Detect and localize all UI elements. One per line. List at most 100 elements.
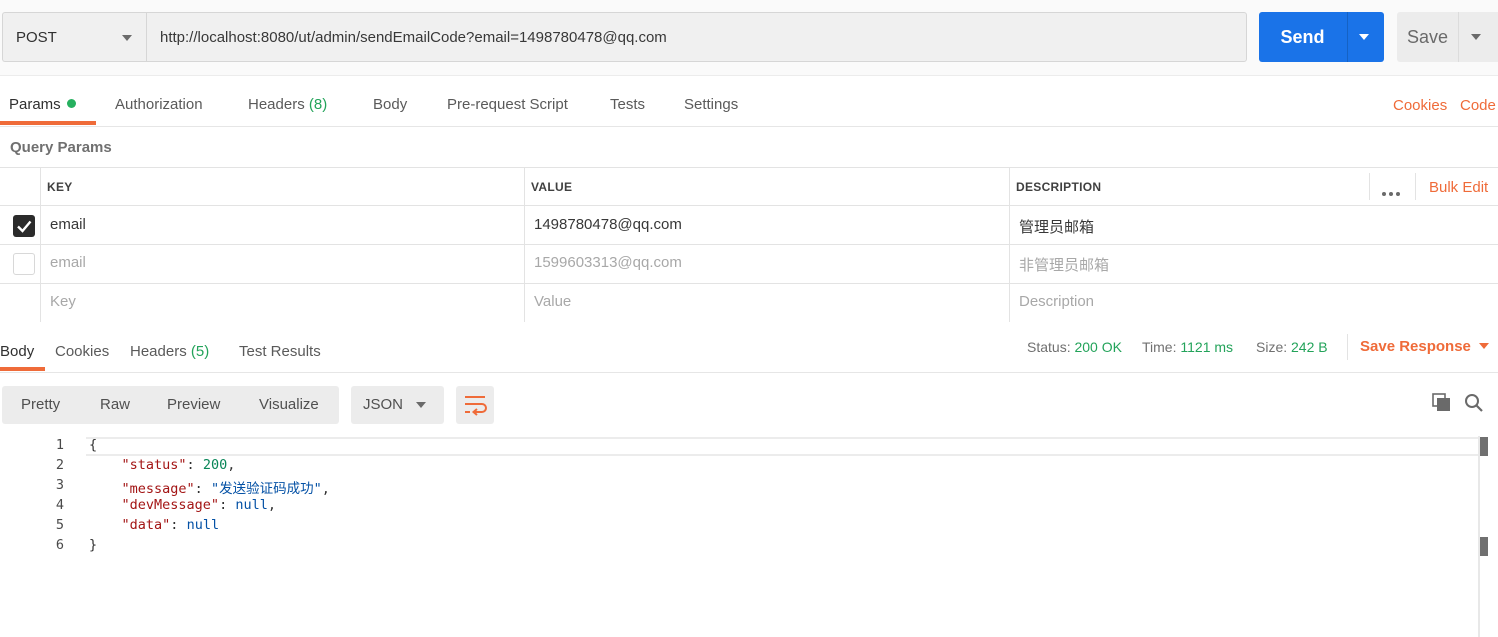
save-response-button[interactable]: Save Response <box>1360 338 1489 355</box>
close-brace: } <box>89 537 98 553</box>
json-comma: , <box>227 457 236 473</box>
resp-tab-body[interactable]: Body <box>0 343 34 360</box>
search-icon[interactable] <box>1464 393 1484 417</box>
json-value: "发送验证码成功" <box>210 481 322 497</box>
tab-body-label: Body <box>373 96 408 113</box>
url-input[interactable]: http://localhost:8080/ut/admin/sendEmail… <box>146 12 1247 62</box>
row-checkbox[interactable] <box>13 253 35 275</box>
params-active-dot-icon <box>66 99 76 108</box>
view-pretty-button[interactable]: Pretty <box>21 396 60 413</box>
line-number: 3 <box>55 477 64 493</box>
tab-settings[interactable]: Settings <box>684 96 738 113</box>
open-brace: { <box>89 437 98 453</box>
tab-pre-request-label: Pre-request Script <box>447 96 568 113</box>
param-description[interactable]: 非管理员邮箱 <box>1019 254 1109 275</box>
method-select[interactable]: POST <box>2 12 147 62</box>
request-tabs: Params Authorization Headers (8) Body Pr… <box>0 77 1498 127</box>
param-description[interactable]: 管理员邮箱 <box>1019 216 1094 237</box>
header-value: VALUE <box>531 180 573 194</box>
line-number: 1 <box>55 437 64 453</box>
chevron-down-icon <box>1478 343 1489 349</box>
view-preview-button[interactable]: Preview <box>167 396 220 413</box>
wrap-lines-icon <box>465 396 487 416</box>
value-placeholder[interactable]: Value <box>534 293 571 310</box>
resp-tab-headers-label: Headers <box>130 343 187 360</box>
tab-headers-count: (8) <box>308 96 328 113</box>
json-value: null <box>186 517 220 533</box>
query-params-title: Query Params <box>10 139 112 156</box>
tab-headers[interactable]: Headers (8) <box>248 96 327 113</box>
tab-authorization[interactable]: Authorization <box>115 96 203 113</box>
view-visualize-button[interactable]: Visualize <box>259 396 319 413</box>
header-description: DESCRIPTION <box>1016 180 1102 194</box>
save-label: Save <box>1406 27 1449 47</box>
param-value[interactable]: 1599603313@qq.com <box>534 254 682 271</box>
resp-tab-cookies[interactable]: Cookies <box>55 343 109 360</box>
tab-authorization-label: Authorization <box>115 96 203 113</box>
view-mode-group: Pretty Raw Preview Visualize <box>2 386 339 424</box>
send-options-chevron-icon[interactable] <box>1359 34 1369 40</box>
save-options-chevron-icon[interactable] <box>1471 34 1481 40</box>
json-key: "status" <box>121 457 187 473</box>
resp-tab-headers-count: (5) <box>190 343 210 360</box>
tab-tests[interactable]: Tests <box>610 96 645 113</box>
format-select[interactable]: JSON <box>351 386 444 424</box>
code-link[interactable]: Code <box>1460 97 1496 114</box>
tab-headers-label: Headers <box>248 96 305 113</box>
time-label: Time: <box>1142 339 1177 355</box>
status-meta: Status: 200 OK <box>1027 339 1122 355</box>
tab-params[interactable]: Params <box>9 96 76 113</box>
size-value: 242 B <box>1291 339 1328 355</box>
tab-pre-request-script[interactable]: Pre-request Script <box>447 96 568 113</box>
row-checkbox[interactable] <box>13 215 35 237</box>
cookies-link[interactable]: Cookies <box>1393 97 1447 114</box>
format-label: JSON <box>363 396 404 413</box>
chevron-down-icon <box>416 402 426 408</box>
more-options-icon[interactable] <box>1382 183 1403 200</box>
size-label: Size: <box>1256 339 1288 355</box>
checkmark-icon <box>17 220 32 233</box>
current-line-highlight <box>86 437 1478 456</box>
json-key: "data" <box>121 517 171 533</box>
save-button[interactable]: Save <box>1397 12 1498 62</box>
json-value: null <box>235 497 268 513</box>
table-row: email 1498780478@qq.com 管理员邮箱 <box>0 206 1498 245</box>
resp-tab-test-results[interactable]: Test Results <box>239 343 321 360</box>
send-divider <box>1347 12 1348 62</box>
view-raw-button[interactable]: Raw <box>100 396 130 413</box>
line-number: 6 <box>55 537 64 553</box>
query-params-table: KEY VALUE DESCRIPTION Bulk Edit email 14… <box>0 167 1498 322</box>
bulk-edit-link[interactable]: Bulk Edit <box>1429 179 1488 196</box>
param-key[interactable]: email <box>50 254 86 271</box>
status-label: Status: <box>1027 339 1071 355</box>
response-body-editor[interactable]: 1 { 2 "status": 200, 3 "message": "发送验证码… <box>0 436 1498 637</box>
copy-icon[interactable] <box>1432 393 1452 417</box>
send-button[interactable]: Send <box>1259 12 1384 62</box>
line-number: 2 <box>55 457 64 473</box>
json-key: "message" <box>121 481 195 497</box>
line-number: 4 <box>55 497 64 513</box>
code-text: "status": 200, <box>121 457 236 473</box>
save-response-label: Save Response <box>1360 338 1471 355</box>
wrap-lines-button[interactable] <box>456 386 494 424</box>
table-row-empty: Key Value Description <box>0 284 1498 322</box>
key-placeholder[interactable]: Key <box>50 293 76 310</box>
method-label: POST <box>16 29 57 46</box>
tab-params-label: Params <box>9 96 61 113</box>
size-meta: Size: 242 B <box>1256 339 1328 355</box>
tab-tests-label: Tests <box>610 96 646 113</box>
code-line: 4 "devMessage": null, <box>0 497 1478 517</box>
json-key: "devMessage" <box>121 497 220 513</box>
resp-tab-headers[interactable]: Headers (5) <box>130 343 209 360</box>
json-comma: , <box>321 481 330 497</box>
description-placeholder[interactable]: Description <box>1019 293 1094 310</box>
param-value[interactable]: 1498780478@qq.com <box>534 216 682 233</box>
tab-body[interactable]: Body <box>373 96 407 113</box>
send-label: Send <box>1280 27 1325 47</box>
tab-settings-label: Settings <box>684 96 739 113</box>
active-tab-indicator <box>0 121 96 125</box>
param-key[interactable]: email <box>50 216 86 233</box>
request-bar: POST http://localhost:8080/ut/admin/send… <box>0 0 1498 76</box>
column-divider <box>1009 168 1010 322</box>
header-divider <box>1415 173 1416 200</box>
